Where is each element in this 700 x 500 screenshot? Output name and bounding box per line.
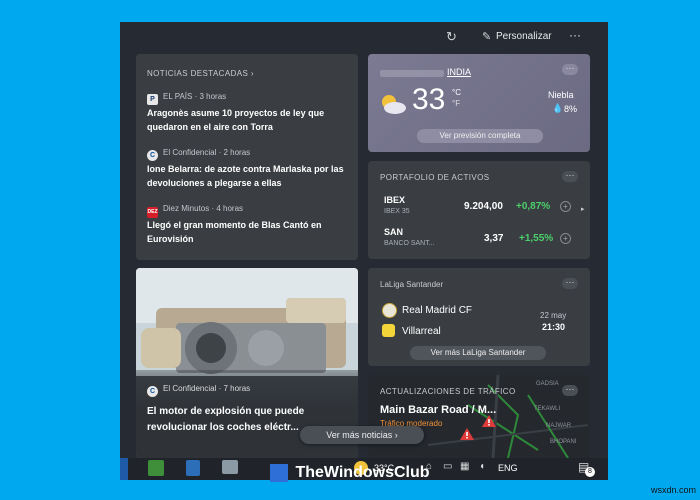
weather-condition: Niebla	[548, 90, 574, 100]
add-stock-icon[interactable]: +	[560, 233, 571, 244]
stocks-title[interactable]: PORTAFOLIO DE ACTIVOS	[380, 173, 489, 182]
more-options-button[interactable]: ···	[569, 28, 581, 42]
news-source-1: P EL PAÍS · 3 horas	[147, 92, 226, 105]
stock-symbol-2[interactable]: SAN	[384, 227, 403, 237]
elconfidencial-logo-icon: C	[147, 386, 158, 397]
panel-header: ↻ ✎ Personalizar ···	[120, 22, 608, 52]
map-label: TEKAWLI	[534, 406, 561, 412]
laliga-more-button[interactable]: ···	[562, 278, 578, 289]
photos-app-icon[interactable]	[148, 460, 164, 476]
team-1[interactable]: Real Madrid CF	[402, 305, 472, 316]
stocks-more-button[interactable]: ···	[562, 171, 578, 182]
weather-location[interactable]: INDIA	[447, 67, 471, 77]
stock-name-1: IBEX 35	[384, 208, 410, 215]
stock-change-2: +1,55%	[519, 233, 554, 244]
humidity-icon: 💧	[552, 103, 564, 113]
map-label: GADSIA	[536, 381, 559, 387]
traffic-road[interactable]: Main Bazar Road / M...	[380, 404, 496, 416]
unit-fahrenheit[interactable]: °F	[452, 99, 460, 108]
match-date: 22 may	[540, 311, 567, 320]
top-news-card: NOTICIAS DESTACADAS › P EL PAÍS · 3 horas…	[136, 54, 358, 260]
battery-icon[interactable]: ▭	[443, 461, 452, 472]
notification-count-badge: 8	[585, 467, 595, 477]
more-laliga-button[interactable]: Ver más LaLiga Santander	[410, 346, 546, 360]
refresh-icon[interactable]: ↻	[446, 29, 457, 45]
pencil-icon[interactable]: ✎	[482, 30, 491, 43]
warning-icon[interactable]	[460, 428, 474, 440]
news-source-3: DEZ Diez Minutos · 4 horas	[147, 204, 243, 218]
calculator-app-icon[interactable]	[186, 460, 200, 476]
news-headline-3[interactable]: Llegó el gran momento de Blas Cantó en E…	[147, 218, 352, 246]
network-icon[interactable]: ▦	[460, 461, 469, 472]
feature-source: C El Confidencial · 7 horas	[147, 384, 250, 397]
warning-icon[interactable]	[482, 415, 496, 427]
start-button[interactable]	[120, 458, 128, 480]
watermark-text: TheWindowsClub	[295, 464, 430, 481]
add-stock-icon[interactable]: +	[560, 201, 571, 212]
weather-card[interactable]: INDIA ··· 33 °C °F Niebla 💧 8% Ver previ…	[368, 54, 590, 152]
stocks-card: PORTAFOLIO DE ACTIVOS ··· IBEX IBEX 35 9…	[368, 161, 590, 259]
volume-icon[interactable]: ◖	[479, 461, 485, 472]
stock-price-1: 9.204,00	[464, 201, 503, 212]
map-label: NAJWAR	[546, 423, 572, 429]
site-credit: wsxdn.com	[650, 485, 696, 495]
match-time: 21:30	[542, 322, 566, 332]
news-and-interests-panel: ↻ ✎ Personalizar ··· NOTICIAS DESTACADAS…	[120, 22, 608, 458]
news-headline-1[interactable]: Aragonès asume 10 proyectos de ley que q…	[147, 106, 347, 134]
unit-celsius[interactable]: °C	[452, 88, 461, 97]
real-madrid-crest-icon	[382, 303, 397, 318]
weather-humidity: 8%	[564, 104, 578, 114]
weather-more-button[interactable]: ···	[562, 64, 578, 75]
traffic-more-button[interactable]: ···	[562, 385, 578, 396]
villarreal-crest-icon	[382, 324, 395, 337]
stock-name-2: BANCO SANT...	[384, 240, 435, 247]
location-redacted	[380, 70, 444, 77]
traffic-title[interactable]: ACTUALIZACIONES DE TRÁFICO	[380, 387, 516, 396]
stock-price-2: 3,37	[484, 233, 504, 244]
language-indicator[interactable]: ENG	[498, 463, 518, 473]
personalize-button[interactable]: Personalizar	[496, 31, 552, 42]
diezminutos-logo-icon: DEZ	[147, 207, 158, 218]
elpais-logo-icon: P	[147, 94, 158, 105]
laliga-title[interactable]: LaLiga Santander	[380, 280, 443, 289]
partly-cloudy-icon	[382, 95, 406, 114]
laliga-card: LaLiga Santander ··· Real Madrid CF Vill…	[368, 268, 590, 366]
stock-change-1: +0,87%	[516, 201, 551, 212]
more-news-button[interactable]: Ver más noticias ›	[300, 426, 424, 444]
news-source-2: C El Confidencial · 2 horas	[147, 148, 250, 161]
watermark: TheWindowsClub	[270, 464, 430, 486]
team-2[interactable]: Villarreal	[402, 326, 441, 337]
news-headline-2[interactable]: Ione Belarra: de azote contra Marlaska p…	[147, 162, 352, 190]
elconfidencial-logo-icon: C	[147, 150, 158, 161]
full-forecast-button[interactable]: Ver previsión completa	[417, 129, 543, 143]
windowsclub-logo-icon	[270, 464, 288, 482]
stock-symbol-1[interactable]: IBEX	[384, 195, 405, 205]
map-label: BHOPANI	[550, 439, 577, 445]
scroll-right-icon[interactable]: ▸	[581, 205, 585, 213]
top-news-title[interactable]: NOTICIAS DESTACADAS ›	[147, 69, 254, 78]
traffic-card[interactable]: GADSIA TEKAWLI NAJWAR BHOPANI ACTUALIZAC…	[368, 375, 590, 458]
weather-temperature: 33	[412, 83, 446, 116]
settings-app-icon[interactable]	[222, 460, 238, 474]
